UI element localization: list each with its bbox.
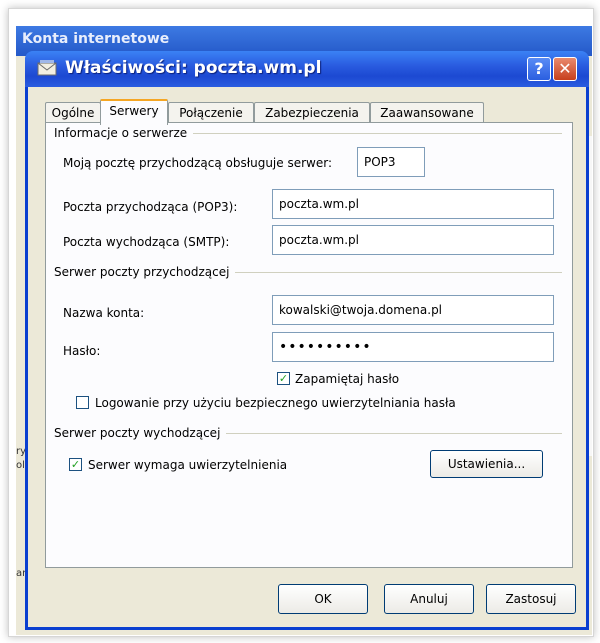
settings-button[interactable]: Ustawienia... <box>430 450 543 478</box>
tab-security[interactable]: Zabezpieczenia <box>254 102 370 123</box>
server-requires-auth-label[interactable]: Serwer wymaga uwierzytelnienia <box>88 458 287 472</box>
secure-password-auth-checkbox[interactable] <box>76 396 89 409</box>
smtp-server-label: Poczta wychodząca (SMTP): <box>63 235 230 249</box>
password-input[interactable]: •••••••••• <box>272 332 554 362</box>
pop3-server-input[interactable]: poczta.wm.pl <box>272 189 554 219</box>
pop3-server-label: Poczta przychodząca (POP3): <box>63 200 238 214</box>
ok-button[interactable]: OK <box>278 584 368 614</box>
help-button[interactable]: ? <box>527 57 551 81</box>
remember-password-label[interactable]: Zapamiętaj hasło <box>295 372 399 386</box>
incoming-server-type-value: POP3 <box>357 147 425 177</box>
server-info-group-label: Informacje o serwerze <box>54 126 194 140</box>
tab-connection[interactable]: Połączenie <box>168 102 254 123</box>
cancel-button[interactable]: Anuluj <box>384 584 474 614</box>
tab-general[interactable]: Ogólne <box>45 102 101 123</box>
incoming-server-type-label: Moją pocztę przychodzącą obsługuje serwe… <box>63 156 332 170</box>
close-button[interactable]: ✕ <box>553 57 577 81</box>
outgoing-server-group-label: Serwer poczty wychodzącej <box>54 426 227 440</box>
properties-dialog: Właściwości: poczta.wm.pl ? ✕ Ogólne Ser… <box>25 51 589 630</box>
dialog-title: Właściwości: poczta.wm.pl <box>65 58 322 78</box>
background-fragment: ol <box>16 460 25 471</box>
remember-password-checkbox[interactable]: ✓ <box>277 372 290 385</box>
tab-panel-servers: Informacje o serwerze Moją pocztę przych… <box>45 122 573 568</box>
mail-account-icon <box>37 59 57 77</box>
dialog-titlebar[interactable]: Właściwości: poczta.wm.pl ? ✕ <box>25 51 589 87</box>
server-requires-auth-checkbox[interactable]: ✓ <box>69 458 82 471</box>
account-name-input[interactable]: kowalski@twoja.domena.pl <box>272 295 554 325</box>
incoming-server-group-label: Serwer poczty przychodzącej <box>54 265 236 279</box>
password-label: Hasło: <box>63 344 101 358</box>
tab-servers[interactable]: Serwery <box>100 99 168 125</box>
account-name-label: Nazwa konta: <box>63 306 145 320</box>
secure-password-auth-label[interactable]: Logowanie przy użyciu bezpiecznego uwier… <box>95 396 456 410</box>
smtp-server-input[interactable]: poczta.wm.pl <box>272 225 554 255</box>
apply-button[interactable]: Zastosuj <box>486 584 576 614</box>
tab-advanced[interactable]: Zaawansowane <box>370 102 484 123</box>
